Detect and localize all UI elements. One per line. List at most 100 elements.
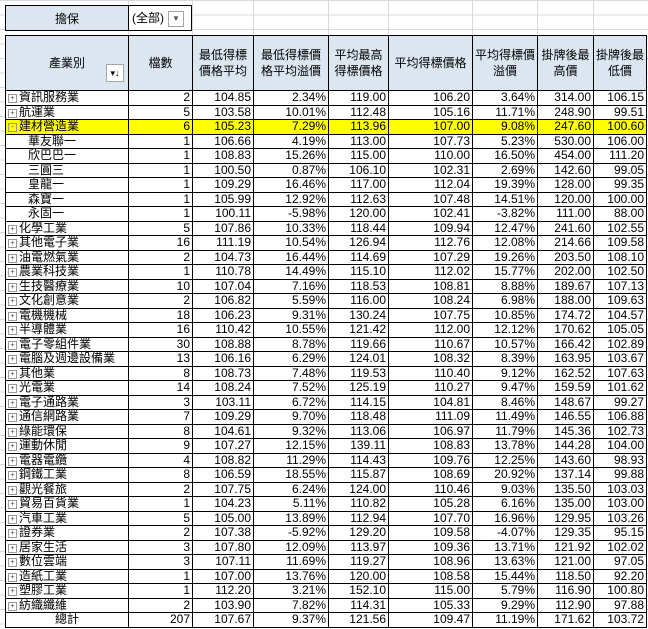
cell-value[interactable]: 118.44 (328, 220, 389, 236)
cell-value[interactable]: 116.90 (537, 583, 594, 599)
cell-value[interactable]: 107.73 (388, 133, 473, 149)
cell-value[interactable]: 106.59 (192, 467, 254, 483)
cell-value[interactable]: 115.00 (388, 583, 473, 599)
cell-value[interactable]: 1 (128, 191, 193, 207)
cell-value[interactable]: 103.03 (593, 481, 647, 497)
cell-value[interactable]: 103.11 (192, 394, 254, 410)
expand-icon[interactable]: + (8, 282, 17, 292)
cell-value[interactable]: 16 (128, 322, 193, 338)
cell-value[interactable]: 7.82% (253, 597, 329, 613)
cell-value[interactable]: 106.16 (192, 351, 254, 367)
cell-value[interactable]: 95.15 (593, 525, 647, 541)
cell-value[interactable]: 107.63 (593, 365, 647, 381)
cell-value[interactable]: 159.59 (537, 380, 594, 396)
cell-value[interactable]: 148.67 (537, 394, 594, 410)
row-label[interactable]: + 農業科技業 (5, 264, 129, 280)
cell-value[interactable]: 102.50 (593, 264, 647, 280)
cell-value[interactable]: 107.13 (593, 278, 647, 294)
cell-value[interactable]: 4.19% (253, 133, 329, 149)
cell-value[interactable]: 12.47% (472, 220, 538, 236)
cell-value[interactable]: 6.72% (253, 394, 329, 410)
cell-value[interactable]: 106.00 (593, 133, 647, 149)
cell-value[interactable]: 203.50 (537, 249, 594, 265)
cell-value[interactable]: 1 (128, 264, 193, 280)
cell-value[interactable]: 314.00 (537, 90, 594, 106)
cell-value[interactable]: 9.47% (472, 380, 538, 396)
cell-value[interactable]: 112.76 (388, 235, 473, 251)
cell-value[interactable]: 6 (128, 119, 193, 135)
row-label[interactable]: + 化學工業 (5, 220, 129, 236)
cell-value[interactable]: 162.52 (537, 365, 594, 381)
cell-value[interactable]: 12.25% (472, 452, 538, 468)
cell-value[interactable]: 109.76 (388, 452, 473, 468)
cell-value[interactable]: 119.27 (328, 554, 389, 570)
cell-value[interactable]: 1 (128, 133, 193, 149)
cell-value[interactable]: 99.88 (593, 467, 647, 483)
row-label[interactable]: 總計 (5, 612, 129, 628)
cell-value[interactable]: 113.97 (328, 539, 389, 555)
cell-value[interactable]: 10.33% (253, 220, 329, 236)
cell-value[interactable]: 110.46 (388, 481, 473, 497)
cell-value[interactable]: 120.00 (328, 568, 389, 584)
cell-value[interactable]: 110.82 (328, 496, 389, 512)
cell-value[interactable]: 5.79% (472, 583, 538, 599)
cell-value[interactable]: 126.94 (328, 235, 389, 251)
cell-value[interactable]: 103.72 (593, 612, 647, 628)
cell-value[interactable]: 106.10 (328, 162, 389, 178)
cell-value[interactable]: 112.20 (192, 583, 254, 599)
cell-value[interactable]: 8.88% (472, 278, 538, 294)
row-label[interactable]: + 運動休閒 (5, 438, 129, 454)
cell-value[interactable]: 105.33 (388, 597, 473, 613)
cell-value[interactable]: 128.00 (537, 177, 594, 193)
cell-value[interactable]: 241.60 (537, 220, 594, 236)
cell-value[interactable]: 108.88 (192, 336, 254, 352)
expand-icon[interactable]: + (8, 94, 17, 104)
cell-value[interactable]: 108.58 (388, 568, 473, 584)
cell-value[interactable]: 106.66 (192, 133, 254, 149)
row-label[interactable]: + 資訊服務業 (5, 90, 129, 106)
cell-value[interactable]: 11.79% (472, 423, 538, 439)
cell-value[interactable]: 109.94 (388, 220, 473, 236)
expand-icon[interactable]: + (8, 471, 17, 481)
cell-value[interactable]: 105.16 (388, 104, 473, 120)
cell-value[interactable]: 112.63 (328, 191, 389, 207)
cell-value[interactable]: -4.07% (472, 525, 538, 541)
cell-value[interactable]: 97.05 (593, 554, 647, 570)
cell-value[interactable]: 19.39% (472, 177, 538, 193)
expand-icon[interactable]: + (8, 427, 17, 437)
cell-value[interactable]: 121.00 (537, 554, 594, 570)
cell-value[interactable]: 13.71% (472, 539, 538, 555)
cell-value[interactable]: 111.20 (593, 148, 647, 164)
cell-value[interactable]: 105.05 (593, 322, 647, 338)
cell-value[interactable]: 10.55% (253, 322, 329, 338)
row-label[interactable]: + 半導體業 (5, 322, 129, 338)
cell-value[interactable]: 109.47 (388, 612, 473, 628)
cell-value[interactable]: 121.56 (328, 612, 389, 628)
cell-value[interactable]: 109.36 (388, 539, 473, 555)
cell-value[interactable]: 109.58 (388, 525, 473, 541)
expand-icon[interactable]: + (8, 485, 17, 495)
cell-value[interactable]: 14 (128, 380, 193, 396)
cell-value[interactable]: 11.19% (472, 612, 538, 628)
cell-value[interactable]: 108.32 (388, 351, 473, 367)
cell-value[interactable]: 189.67 (537, 278, 594, 294)
cell-value[interactable]: 106.97 (388, 423, 473, 439)
cell-value[interactable]: 107.00 (192, 568, 254, 584)
cell-value[interactable]: 13.63% (472, 554, 538, 570)
cell-value[interactable]: 1 (128, 162, 193, 178)
cell-value[interactable]: 166.42 (537, 336, 594, 352)
cell-value[interactable]: 104.73 (192, 249, 254, 265)
cell-value[interactable]: -3.82% (472, 206, 538, 222)
cell-value[interactable]: 106.23 (192, 307, 254, 323)
cell-value[interactable]: 108.24 (388, 293, 473, 309)
cell-value[interactable]: 101.62 (593, 380, 647, 396)
cell-value[interactable]: 129.20 (328, 525, 389, 541)
cell-value[interactable]: 118.50 (537, 568, 594, 584)
cell-value[interactable]: 100.00 (593, 191, 647, 207)
cell-value[interactable]: 100.80 (593, 583, 647, 599)
cell-value[interactable]: 10.57% (472, 336, 538, 352)
cell-value[interactable]: 117.00 (328, 177, 389, 193)
cell-value[interactable]: 106.20 (388, 90, 473, 106)
row-label[interactable]: + 綠能環保 (5, 423, 129, 439)
cell-value[interactable]: 7.48% (253, 365, 329, 381)
